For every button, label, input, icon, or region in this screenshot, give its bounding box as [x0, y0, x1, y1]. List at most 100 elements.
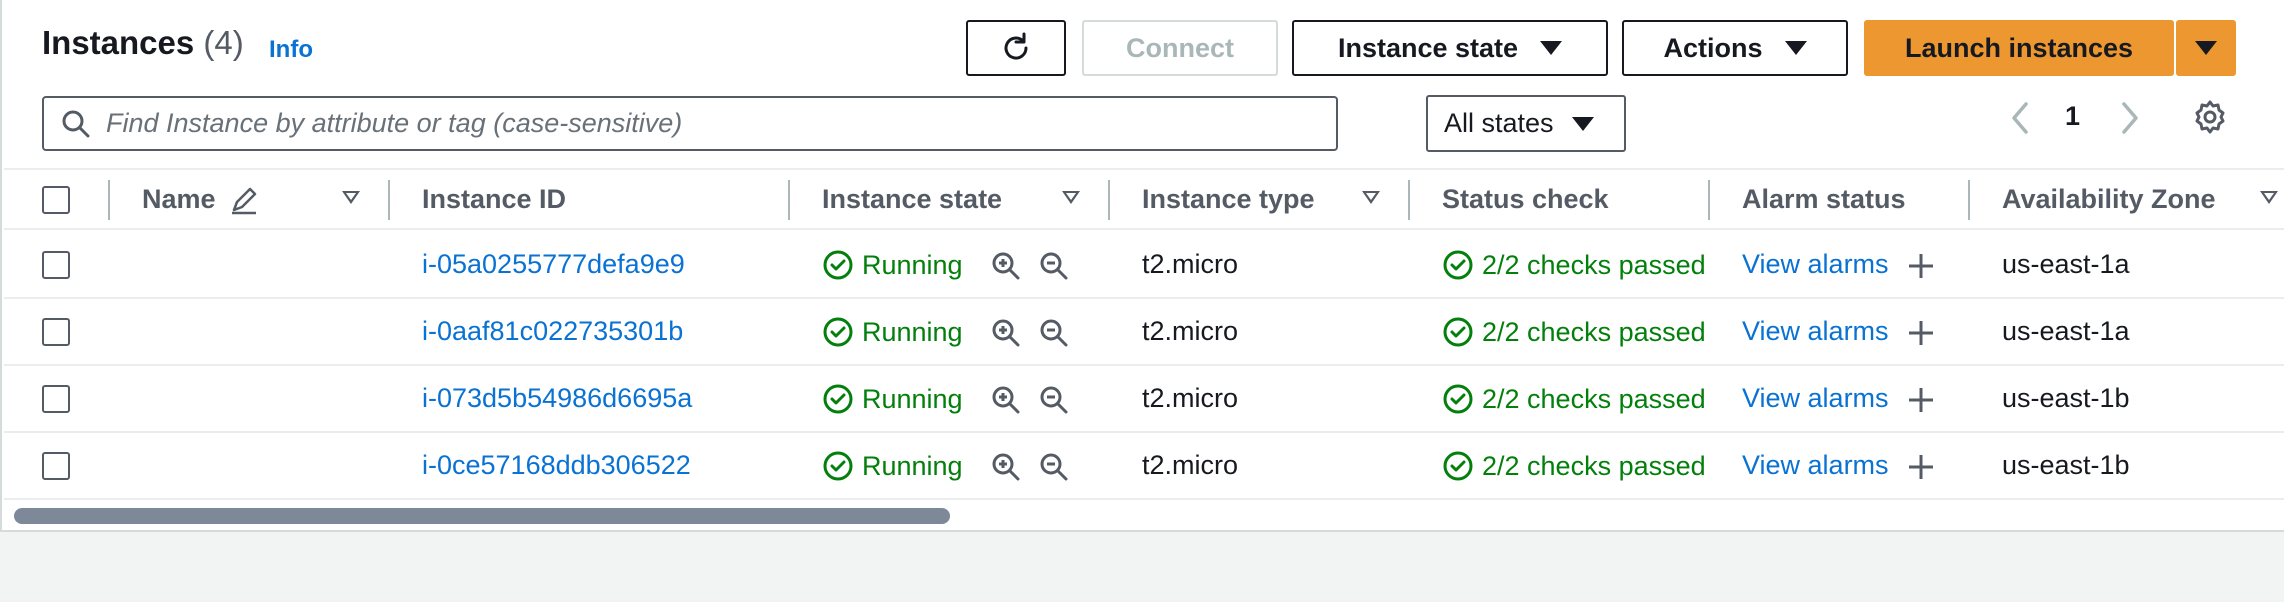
availability-zone: us-east-1a [2002, 316, 2130, 346]
check-circle-icon [823, 384, 853, 414]
settings-gear-icon[interactable] [2192, 99, 2228, 135]
sort-icon[interactable] [342, 191, 360, 204]
zoom-out-icon[interactable] [1038, 250, 1070, 282]
column-header-instance-type[interactable]: Instance type [1142, 184, 1315, 215]
caret-down-icon [1784, 41, 1807, 55]
instance-state-label: Running [862, 383, 963, 414]
zoom-in-icon[interactable] [990, 384, 1022, 416]
sort-icon[interactable] [1062, 191, 1080, 204]
zoom-out-icon[interactable] [1038, 317, 1070, 349]
table-header: Name Instance ID Instance state Instance… [4, 168, 2284, 230]
instance-state-status: Running [822, 316, 963, 348]
add-alarm-plus-icon[interactable] [1906, 318, 1936, 348]
state-filter-select[interactable]: All states [1426, 95, 1626, 152]
zoom-out-icon[interactable] [1038, 384, 1070, 416]
select-all-checkbox[interactable] [42, 186, 70, 214]
zoom-in-icon[interactable] [990, 317, 1022, 349]
sort-icon[interactable] [2260, 191, 2278, 204]
instance-state-status: Running [822, 383, 963, 415]
page-title: Instances (4) [42, 24, 244, 62]
instance-state-label: Running [862, 450, 963, 481]
edit-pencil-icon [232, 187, 257, 215]
instance-state-label: Running [862, 316, 963, 347]
status-check: 2/2 checks passed [1442, 383, 1706, 415]
check-circle-icon [823, 451, 853, 481]
instance-id-link[interactable]: i-05a0255777defa9e9 [422, 249, 685, 280]
info-link[interactable]: Info [269, 36, 313, 64]
column-divider[interactable] [1408, 180, 1410, 220]
column-header-status-check[interactable]: Status check [1442, 184, 1609, 215]
launch-instances-dropdown-button[interactable] [2176, 20, 2236, 76]
instance-id-link[interactable]: i-0aaf81c022735301b [422, 316, 683, 347]
add-alarm-plus-icon[interactable] [1906, 385, 1936, 415]
status-check: 2/2 checks passed [1442, 316, 1706, 348]
search-icon [62, 110, 90, 137]
zoom-out-icon[interactable] [1038, 451, 1070, 483]
view-alarms-link[interactable]: View alarms [1742, 383, 1889, 414]
check-circle-icon [1443, 250, 1473, 280]
column-divider[interactable] [388, 180, 390, 220]
zoom-in-icon[interactable] [990, 250, 1022, 282]
view-alarms-link[interactable]: View alarms [1742, 249, 1889, 280]
instance-type: t2.micro [1142, 383, 1239, 413]
current-page-number[interactable]: 1 [2065, 101, 2080, 132]
status-check-label: 2/2 checks passed [1482, 383, 1706, 414]
instance-id-link[interactable]: i-073d5b54986d6695a [422, 383, 692, 414]
connect-button[interactable]: Connect [1082, 20, 1278, 76]
column-header-instance-state[interactable]: Instance state [822, 184, 1002, 215]
search-input[interactable] [106, 108, 1336, 139]
column-header-alarm-status[interactable]: Alarm status [1742, 184, 1906, 215]
column-divider[interactable] [1968, 180, 1970, 220]
connect-button-label: Connect [1126, 32, 1234, 63]
actions-button[interactable]: Actions [1622, 20, 1848, 76]
view-alarms-link[interactable]: View alarms [1742, 316, 1889, 347]
add-alarm-plus-icon[interactable] [1906, 251, 1936, 281]
table-row[interactable]: i-0ce57168ddb306522 Running t2.micro 2/2… [4, 433, 2284, 500]
instance-type: t2.micro [1142, 316, 1239, 346]
horizontal-scrollbar-thumb[interactable] [14, 508, 950, 524]
instance-type: t2.micro [1142, 249, 1239, 279]
column-divider[interactable] [1708, 180, 1710, 220]
status-check-label: 2/2 checks passed [1482, 316, 1706, 347]
column-header-name[interactable]: Name [142, 184, 216, 215]
caret-down-icon [2195, 41, 2217, 55]
previous-page-icon[interactable] [2006, 98, 2036, 138]
instance-state-status: Running [822, 450, 963, 482]
row-checkbox[interactable] [42, 251, 70, 279]
column-divider [108, 180, 110, 220]
row-checkbox[interactable] [42, 318, 70, 346]
status-check: 2/2 checks passed [1442, 450, 1706, 482]
add-alarm-plus-icon[interactable] [1906, 452, 1936, 482]
refresh-icon [1004, 32, 1028, 60]
table-row[interactable]: i-0aaf81c022735301b Running t2.micro 2/2… [4, 299, 2284, 366]
zoom-in-icon[interactable] [990, 451, 1022, 483]
instance-state-button[interactable]: Instance state [1292, 20, 1608, 76]
row-checkbox[interactable] [42, 452, 70, 480]
column-header-instance-id[interactable]: Instance ID [422, 184, 566, 215]
status-check-label: 2/2 checks passed [1482, 249, 1706, 280]
check-circle-icon [823, 317, 853, 347]
search-bar [42, 96, 1338, 151]
check-circle-icon [1443, 384, 1473, 414]
instance-state-button-label: Instance state [1337, 32, 1519, 63]
table-row[interactable]: i-073d5b54986d6695a Running t2.micro 2/2… [4, 366, 2284, 433]
view-alarms-link[interactable]: View alarms [1742, 450, 1889, 481]
availability-zone: us-east-1b [2002, 450, 2130, 480]
next-page-icon[interactable] [2114, 98, 2144, 138]
launch-instances-button[interactable]: Launch instances [1864, 20, 2174, 76]
column-divider[interactable] [788, 180, 790, 220]
check-circle-icon [1443, 451, 1473, 481]
column-header-availability-zone[interactable]: Availability Zone [2002, 184, 2216, 215]
page-title-text: Instances [42, 24, 195, 61]
instance-type: t2.micro [1142, 450, 1239, 480]
row-checkbox[interactable] [42, 385, 70, 413]
sort-icon[interactable] [1362, 191, 1380, 204]
state-filter-value: All states [1444, 108, 1554, 138]
availability-zone: us-east-1b [2002, 383, 2130, 413]
column-divider[interactable] [1108, 180, 1110, 220]
refresh-button[interactable] [966, 20, 1066, 76]
table-row[interactable]: i-05a0255777defa9e9 Running t2.micro 2/2… [4, 232, 2284, 299]
status-check: 2/2 checks passed [1442, 249, 1706, 281]
status-check-label: 2/2 checks passed [1482, 450, 1706, 481]
instance-id-link[interactable]: i-0ce57168ddb306522 [422, 450, 691, 481]
